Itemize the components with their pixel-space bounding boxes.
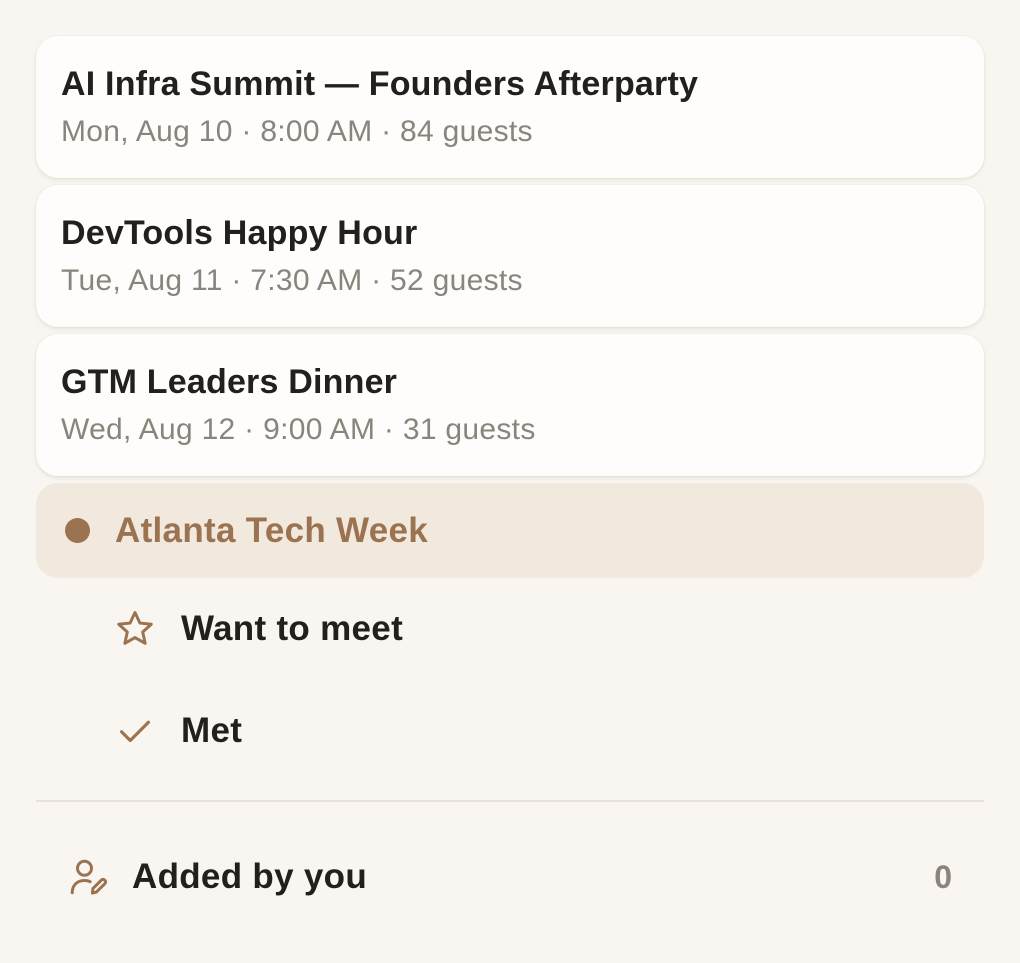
- added-by-you-item[interactable]: Added by you 0: [36, 802, 984, 952]
- count-badge: 0: [934, 858, 952, 895]
- user-edit-icon: [66, 855, 110, 899]
- dot-icon: [65, 518, 90, 543]
- event-meta: Wed, Aug 12 · 9:00 AM · 31 guests: [61, 413, 536, 446]
- list-item-want-to-meet[interactable]: Want to meet: [36, 578, 984, 680]
- group-label: Atlanta Tech Week: [115, 510, 429, 550]
- event-title: DevTools Happy Hour: [61, 214, 418, 252]
- event-card[interactable]: AI Infra Summit — Founders Afterparty Mo…: [36, 36, 984, 178]
- event-card[interactable]: DevTools Happy Hour Tue, Aug 11 · 7:30 A…: [36, 185, 984, 327]
- sidebar-panel: AI Infra Summit — Founders Afterparty Mo…: [36, 36, 984, 952]
- list-item-met[interactable]: Met: [36, 680, 984, 782]
- event-title: AI Infra Summit — Founders Afterparty: [61, 65, 699, 103]
- list-item-label: Met: [181, 711, 243, 750]
- event-meta: Mon, Aug 10 · 8:00 AM · 84 guests: [61, 115, 533, 148]
- group-item-atlanta-tech-week[interactable]: Atlanta Tech Week: [36, 483, 984, 578]
- event-title: GTM Leaders Dinner: [61, 363, 398, 401]
- star-icon: [114, 608, 156, 650]
- event-meta: Tue, Aug 11 · 7:30 AM · 52 guests: [61, 264, 523, 297]
- check-icon: [114, 710, 156, 752]
- footer-label: Added by you: [132, 857, 367, 896]
- event-card[interactable]: GTM Leaders Dinner Wed, Aug 12 · 9:00 AM…: [36, 334, 984, 476]
- list-item-label: Want to meet: [181, 609, 404, 648]
